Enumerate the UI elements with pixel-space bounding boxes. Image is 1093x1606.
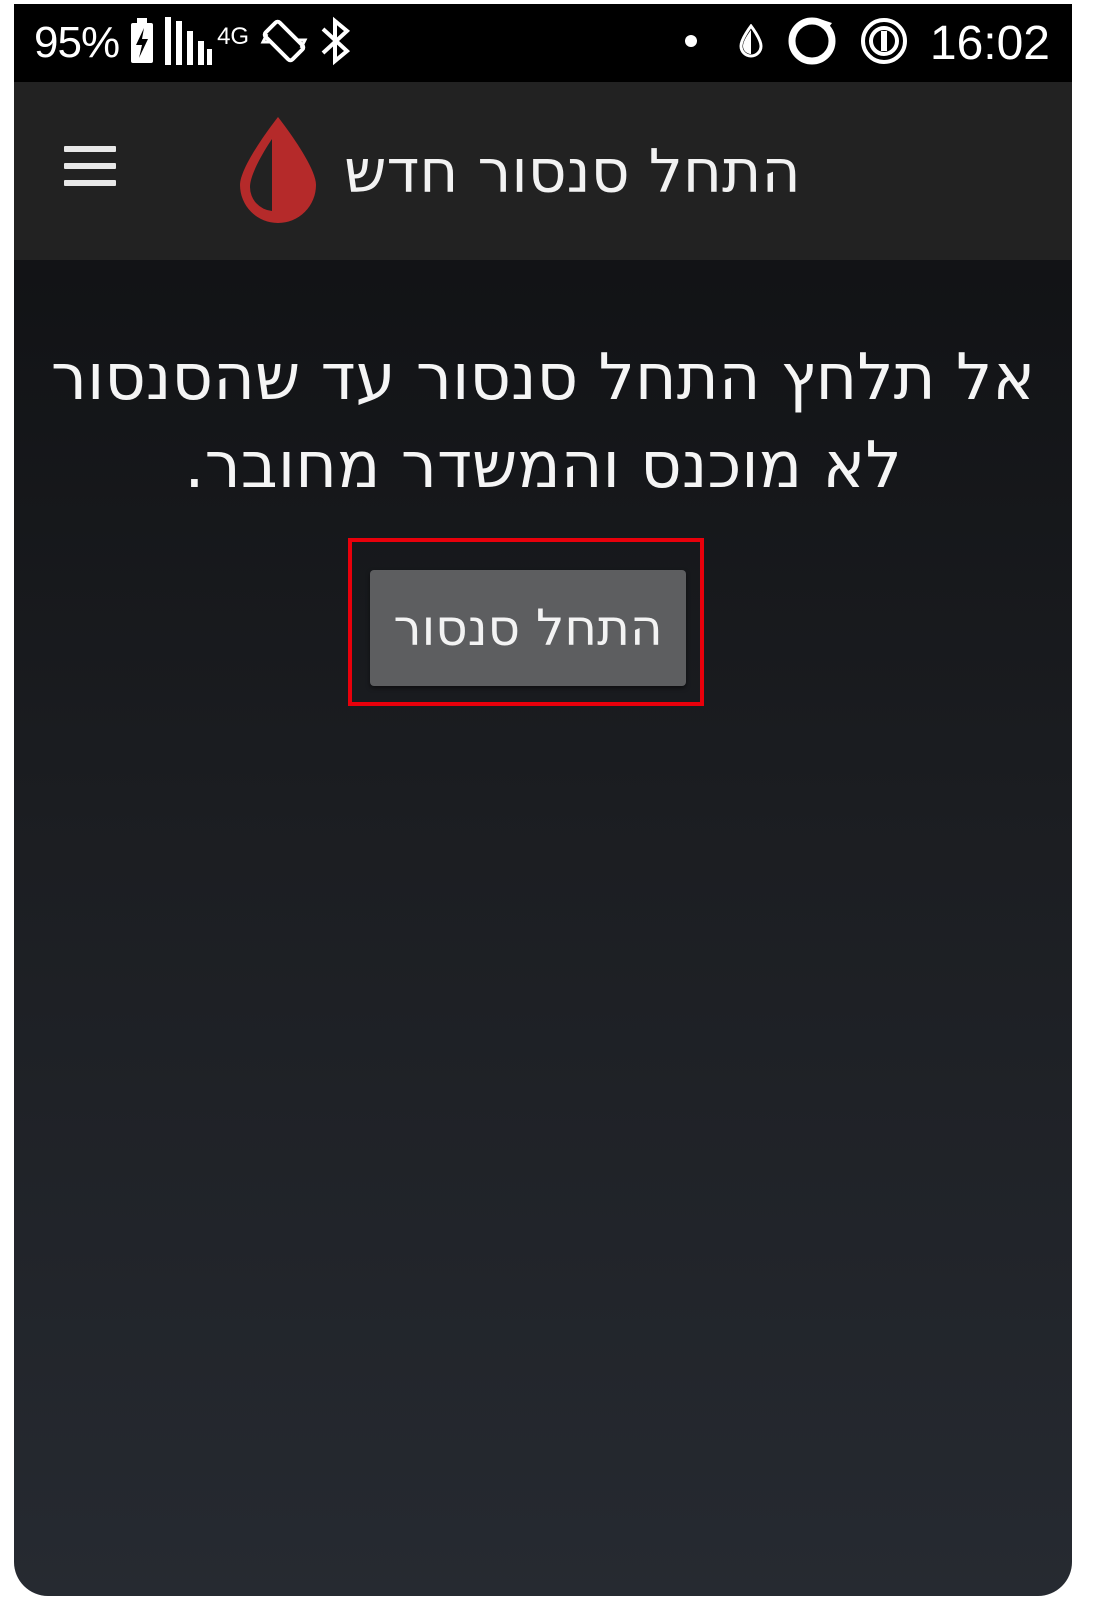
app-title-group: התחל סנסור חדש [236, 112, 801, 232]
status-clock: 16:02 [929, 16, 1050, 70]
page-title: התחל סנסור חדש [344, 137, 801, 207]
blood-drop-icon [236, 115, 320, 230]
dot-icon [684, 34, 698, 53]
status-left-group: 95% 4G [34, 4, 353, 82]
drop-icon [738, 23, 764, 63]
auto-rotate-icon [259, 16, 309, 71]
battery-charging-icon [129, 17, 155, 69]
battery-percentage: 95% [34, 18, 120, 67]
app-bar: התחל סנסור חדש [14, 82, 1072, 260]
hamburger-menu-icon[interactable] [58, 140, 122, 192]
ring-icon [786, 15, 838, 72]
start-sensor-button[interactable]: התחל סנסור [370, 570, 686, 686]
phone-screen: 95% 4G 16:02 התחל סנסור חדש אל תלחץ התחל… [14, 4, 1072, 1596]
signal-icon [165, 15, 213, 72]
warning-message: אל תלחץ התחל סנסור עד שהסנסור לא מוכנס ו… [50, 341, 1036, 503]
network-type-label: 4G [217, 23, 250, 50]
bluetooth-icon [319, 15, 353, 72]
status-right-group: 16:02 [684, 4, 1050, 82]
status-bar: 95% 4G 16:02 [14, 4, 1072, 82]
data-saver-icon [860, 17, 908, 70]
